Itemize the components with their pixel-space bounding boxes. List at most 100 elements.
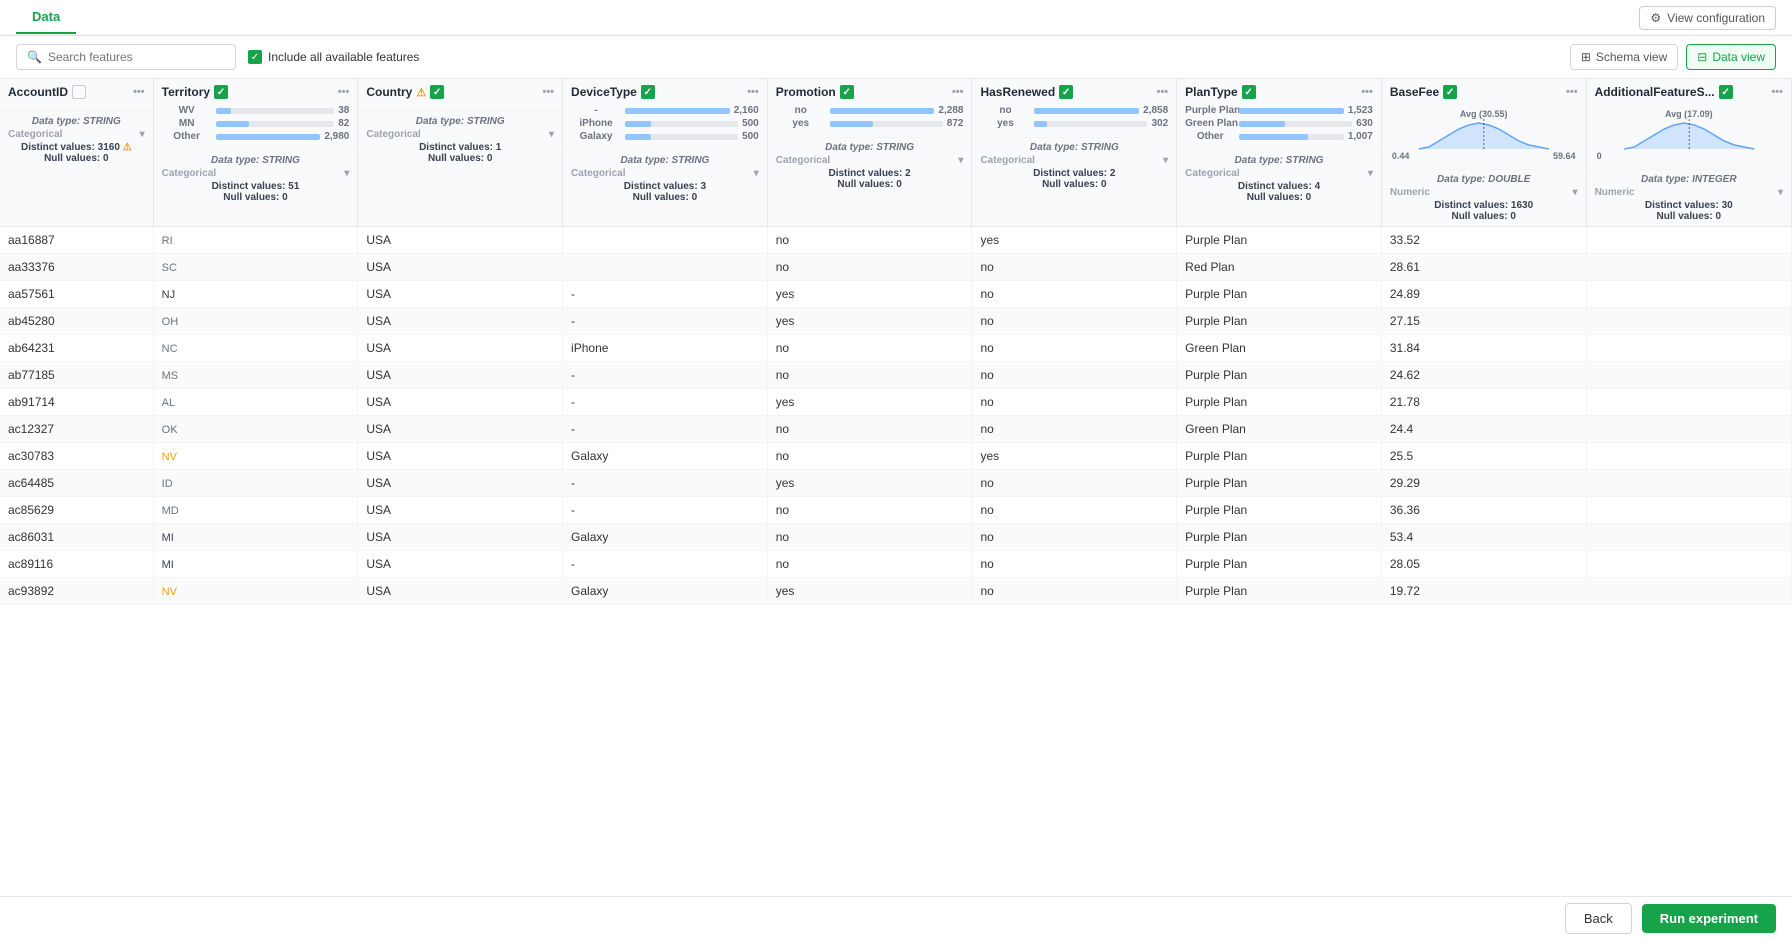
data-table: AccountID ••• Data type: STRING Categori… (0, 79, 1792, 605)
toolbar-left: 🔍 ✓ Include all available features (16, 44, 419, 70)
cell-promotion: no (767, 551, 972, 578)
cell-country: USA (358, 335, 563, 362)
cell-country: USA (358, 524, 563, 551)
cell-basefee: 31.84 (1381, 335, 1586, 362)
cell-accountid: ab64231 (0, 335, 153, 362)
run-experiment-button[interactable]: Run experiment (1642, 904, 1776, 933)
cell-basefee: 24.89 (1381, 281, 1586, 308)
col-more-additionalfeatures[interactable]: ••• (1771, 86, 1783, 98)
col-more-hasrenewed[interactable]: ••• (1157, 86, 1169, 98)
cell-basefee: 19.72 (1381, 578, 1586, 605)
col-title-plantype: PlanType (1185, 85, 1237, 99)
include-all-checkbox[interactable]: ✓ (248, 50, 262, 64)
cell-plantype: Purple Plan (1177, 281, 1382, 308)
cell-additionalfeatures (1586, 281, 1791, 308)
cell-basefee: 24.62 (1381, 362, 1586, 389)
cell-hasrenewed: no (972, 389, 1177, 416)
table-row: ab77185MSUSA-nonoPurple Plan24.62 (0, 362, 1792, 389)
cell-devicetype: Galaxy (563, 524, 768, 551)
col-more-devicetype[interactable]: ••• (747, 86, 759, 98)
view-config-button[interactable]: ⚙ View configuration (1639, 6, 1776, 30)
col-checkbox-hasrenewed[interactable]: ✓ (1059, 85, 1073, 99)
cell-territory: OH (153, 308, 358, 335)
cell-basefee: 25.5 (1381, 443, 1586, 470)
toolbar-right: ⊞ Schema view ⊟ Data view (1570, 44, 1776, 70)
col-checkbox-territory[interactable]: ✓ (214, 85, 228, 99)
cell-promotion: no (767, 362, 972, 389)
col-checkbox-country[interactable]: ✓ (430, 85, 444, 99)
cell-devicetype: Galaxy (563, 578, 768, 605)
cell-territory: OK (153, 416, 358, 443)
cell-devicetype: - (563, 416, 768, 443)
col-header-country: Country ⚠ ✓ ••• Data type: STRING Catego… (358, 79, 563, 227)
cell-plantype: Purple Plan (1177, 524, 1382, 551)
cell-additionalfeatures (1586, 254, 1791, 281)
cell-devicetype: Galaxy (563, 443, 768, 470)
col-checkbox-basefee[interactable]: ✓ (1443, 85, 1457, 99)
cell-territory: NV (153, 443, 358, 470)
search-input[interactable] (48, 50, 225, 64)
cell-basefee: 53.4 (1381, 524, 1586, 551)
cell-country: USA (358, 389, 563, 416)
cell-additionalfeatures (1586, 389, 1791, 416)
cell-plantype: Purple Plan (1177, 389, 1382, 416)
col-more-promotion[interactable]: ••• (952, 86, 964, 98)
cell-territory: RI (153, 227, 358, 254)
col-more-plantype[interactable]: ••• (1361, 86, 1373, 98)
col-header-hasrenewed: HasRenewed ✓ ••• no 2,858 yes 302 Data t… (972, 79, 1177, 227)
cell-country: USA (358, 416, 563, 443)
cell-hasrenewed: no (972, 254, 1177, 281)
col-checkbox-additionalfeatures[interactable]: ✓ (1719, 85, 1733, 99)
col-meta-plantype: Data type: STRING Categorical ▾ Distinct… (1177, 150, 1381, 207)
schema-icon: ⊞ (1581, 50, 1591, 64)
schema-view-button[interactable]: ⊞ Schema view (1570, 44, 1678, 70)
cell-promotion: no (767, 335, 972, 362)
col-more-basefee[interactable]: ••• (1566, 86, 1578, 98)
cell-promotion: yes (767, 308, 972, 335)
sliders-icon: ⚙ (1650, 11, 1661, 25)
data-view-button[interactable]: ⊟ Data view (1686, 44, 1776, 70)
cell-accountid: ac85629 (0, 497, 153, 524)
table-row: ac86031MIUSAGalaxynonoPurple Plan53.4 (0, 524, 1792, 551)
col-more-accountid[interactable]: ••• (133, 86, 145, 98)
back-button[interactable]: Back (1565, 903, 1632, 934)
cell-additionalfeatures (1586, 524, 1791, 551)
cell-accountid: aa57561 (0, 281, 153, 308)
col-checkbox-promotion[interactable]: ✓ (840, 85, 854, 99)
cell-devicetype (563, 254, 768, 281)
col-title-additionalfeatures: AdditionalFeatureS... (1595, 85, 1715, 99)
col-meta-devicetype: Data type: STRING Categorical ▾ Distinct… (563, 150, 767, 207)
cell-additionalfeatures (1586, 362, 1791, 389)
cell-devicetype (563, 227, 768, 254)
col-checkbox-plantype[interactable]: ✓ (1242, 85, 1256, 99)
cell-country: USA (358, 551, 563, 578)
warn-icon: ⚠ (416, 86, 426, 99)
cell-devicetype: - (563, 362, 768, 389)
col-more-country[interactable]: ••• (542, 86, 554, 98)
table-row: ac12327OKUSA-nonoGreen Plan24.4 (0, 416, 1792, 443)
cell-territory: SC (153, 254, 358, 281)
cell-additionalfeatures (1586, 443, 1791, 470)
table-row: ab45280OHUSA-yesnoPurple Plan27.15 (0, 308, 1792, 335)
table-row: ac30783NVUSAGalaxynoyesPurple Plan25.5 (0, 443, 1792, 470)
cell-additionalfeatures (1586, 335, 1791, 362)
col-header-devicetype: DeviceType ✓ ••• - 2,160 iPhone 500 Gala… (563, 79, 768, 227)
cell-plantype: Purple Plan (1177, 497, 1382, 524)
cell-basefee: 36.36 (1381, 497, 1586, 524)
tab-data[interactable]: Data (16, 1, 76, 34)
cell-accountid: ac12327 (0, 416, 153, 443)
cell-country: USA (358, 227, 563, 254)
table-row: aa57561NJUSA-yesnoPurple Plan24.89 (0, 281, 1792, 308)
cell-hasrenewed: no (972, 524, 1177, 551)
col-checkbox-accountid[interactable] (72, 85, 86, 99)
cell-plantype: Purple Plan (1177, 551, 1382, 578)
col-more-territory[interactable]: ••• (338, 86, 350, 98)
cell-additionalfeatures (1586, 470, 1791, 497)
cell-promotion: no (767, 227, 972, 254)
cell-devicetype: - (563, 389, 768, 416)
table-row: ac93892NVUSAGalaxyyesnoPurple Plan19.72 (0, 578, 1792, 605)
cell-devicetype: - (563, 308, 768, 335)
col-checkbox-devicetype[interactable]: ✓ (641, 85, 655, 99)
col-title-accountid: AccountID (8, 85, 68, 99)
cell-hasrenewed: no (972, 308, 1177, 335)
